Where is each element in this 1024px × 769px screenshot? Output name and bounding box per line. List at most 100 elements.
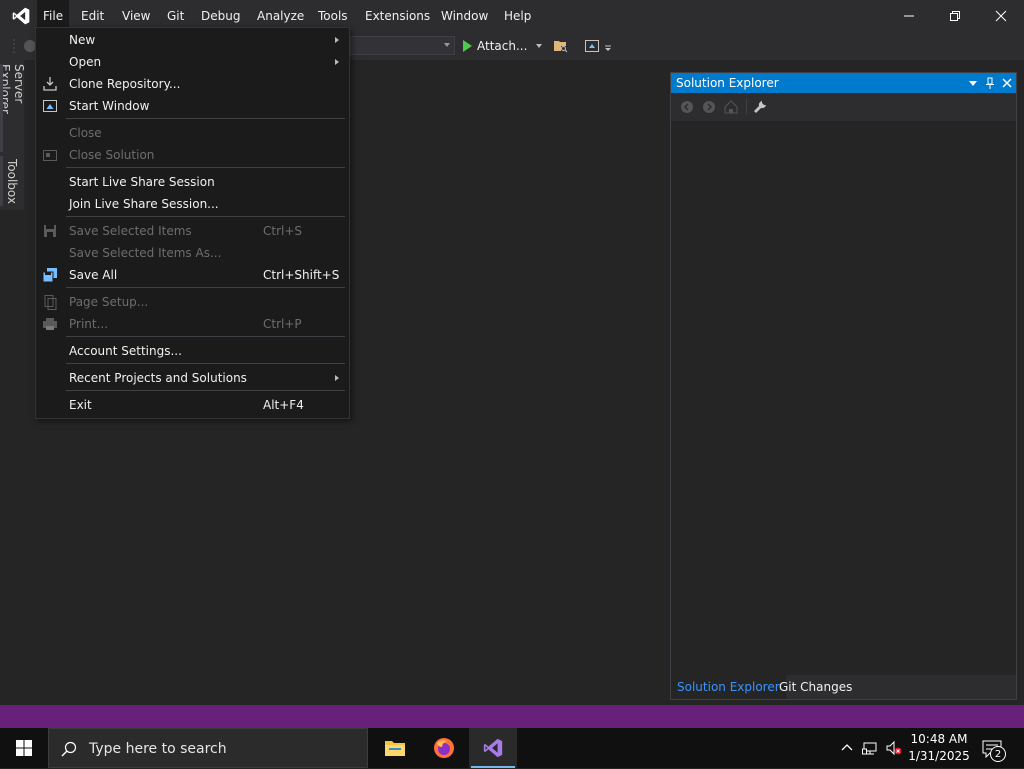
menu-item-label: Start Live Share Session: [69, 175, 215, 189]
menu-item-start-window[interactable]: Start Window: [36, 95, 349, 117]
minimize-icon: [904, 15, 914, 17]
menu-separator: [66, 336, 345, 337]
menu-item-account-settings[interactable]: Account Settings...: [36, 340, 349, 362]
restore-button[interactable]: [932, 0, 978, 32]
minimize-button[interactable]: [886, 0, 932, 32]
back-icon[interactable]: [679, 99, 695, 115]
chevron-down-icon: [536, 44, 543, 48]
search-placeholder: Type here to search: [89, 741, 227, 757]
menu-item-exit[interactable]: Exit Alt+F4: [36, 394, 349, 416]
menu-item-save-selected[interactable]: Save Selected Items Ctrl+S: [36, 220, 349, 242]
chevron-down-icon: [969, 81, 977, 86]
menu-item-label: Recent Projects and Solutions: [69, 371, 247, 385]
restore-icon: [950, 11, 960, 21]
notification-count-badge: 2: [990, 746, 1006, 762]
menu-item-save-selected-as[interactable]: Save Selected Items As...: [36, 242, 349, 264]
menu-item-label: Close: [69, 126, 102, 140]
start-window-icon[interactable]: [584, 38, 600, 54]
close-solution-icon: [43, 150, 57, 161]
properties-wrench-icon[interactable]: [752, 99, 768, 115]
tab-solution-explorer[interactable]: Solution Explorer: [671, 675, 786, 699]
menu-item-label: Save All: [69, 268, 118, 282]
clock-date: 1/31/2025: [908, 749, 970, 763]
menu-help[interactable]: Help: [498, 0, 537, 32]
start-button[interactable]: [0, 728, 48, 768]
tab-server-explorer[interactable]: Server Explorer: [0, 64, 26, 152]
menu-item-open[interactable]: Open: [36, 51, 349, 73]
menu-item-label: Page Setup...: [69, 295, 149, 309]
file-explorer-icon: [385, 741, 405, 756]
solution-explorer-tree[interactable]: [671, 121, 1016, 677]
visual-studio-logo-icon[interactable]: [10, 6, 32, 26]
menu-item-close-solution[interactable]: Close Solution: [36, 144, 349, 166]
configuration-dropdown[interactable]: [350, 36, 455, 55]
menu-item-start-live-share[interactable]: Start Live Share Session: [36, 171, 349, 193]
visual-studio-icon: [483, 738, 503, 758]
search-icon: [61, 741, 77, 757]
submenu-arrow-icon: [335, 375, 339, 381]
menu-separator: [66, 390, 345, 391]
solution-explorer-header[interactable]: Solution Explorer: [671, 73, 1016, 93]
close-window-button[interactable]: [978, 0, 1024, 32]
file-menu-dropdown: New Open Clone Repository... Start Windo…: [35, 27, 350, 419]
firefox-icon: [434, 738, 454, 758]
tab-toolbox[interactable]: Toolbox: [0, 156, 24, 206]
system-clock[interactable]: 10:48 AM 1/31/2025: [904, 731, 974, 765]
home-icon[interactable]: [723, 99, 739, 115]
taskbar-search-box[interactable]: Type here to search: [48, 728, 368, 768]
menu-item-label: New: [69, 33, 96, 47]
menu-window[interactable]: Window: [435, 0, 494, 32]
menu-item-shortcut: Ctrl+S: [263, 224, 303, 238]
tab-git-changes[interactable]: Git Changes: [773, 675, 858, 699]
pin-button[interactable]: [982, 75, 998, 91]
menu-item-close[interactable]: Close: [36, 122, 349, 144]
menu-item-label: Print...: [69, 317, 109, 331]
menu-item-new[interactable]: New: [36, 29, 349, 51]
menu-item-label: Start Window: [69, 99, 150, 113]
menu-item-join-live-share[interactable]: Join Live Share Session...: [36, 193, 349, 215]
taskbar-file-explorer[interactable]: [371, 728, 419, 768]
menu-item-shortcut: Ctrl+P: [263, 317, 302, 331]
attach-button[interactable]: Attach...: [463, 36, 543, 56]
status-bar: [0, 705, 1024, 728]
menu-separator: [66, 167, 345, 168]
show-hidden-icons-icon[interactable]: [839, 740, 855, 756]
menu-item-print[interactable]: Print... Ctrl+P: [36, 313, 349, 335]
toolbar-grip-icon[interactable]: [12, 38, 16, 54]
chevron-down-icon: [444, 43, 450, 47]
solution-explorer-panel: Solution Explorer Solution Explorer Git …: [670, 72, 1017, 700]
notifications-button[interactable]: 2: [980, 738, 1008, 762]
forward-icon[interactable]: [701, 99, 717, 115]
clock-time: 10:48 AM: [910, 732, 968, 746]
menu-separator: [66, 216, 345, 217]
save-icon: [44, 225, 56, 237]
solution-explorer-toolbar: [671, 93, 1016, 121]
menu-item-label: Exit: [69, 398, 92, 412]
solution-explorer-tabs: Solution Explorer Git Changes: [671, 675, 1016, 699]
tab-indicator: [0, 64, 3, 152]
clone-repository-icon: [43, 77, 57, 91]
menu-extensions[interactable]: Extensions: [359, 0, 436, 32]
pin-icon: [986, 77, 994, 89]
volume-muted-icon[interactable]: [886, 740, 902, 756]
close-panel-button[interactable]: [999, 75, 1015, 91]
menu-item-save-all[interactable]: Save All Ctrl+Shift+S: [36, 264, 349, 286]
menu-item-page-setup[interactable]: Page Setup...: [36, 291, 349, 313]
tab-label: Server Explorer: [0, 64, 26, 114]
print-icon: [43, 318, 57, 330]
taskbar-visual-studio[interactable]: [469, 728, 517, 768]
window-position-button[interactable]: [965, 75, 981, 91]
network-icon[interactable]: [862, 740, 878, 756]
menu-item-clone-repository[interactable]: Clone Repository...: [36, 73, 349, 95]
taskbar-firefox[interactable]: [420, 728, 468, 768]
toolbar-overflow-icon[interactable]: [604, 44, 612, 52]
save-all-icon: [42, 268, 57, 283]
menu-item-recent-projects[interactable]: Recent Projects and Solutions: [36, 367, 349, 389]
open-folder-icon[interactable]: [553, 38, 569, 54]
submenu-arrow-icon: [335, 59, 339, 65]
menu-item-shortcut: Ctrl+Shift+S: [263, 268, 340, 282]
play-icon: [463, 40, 472, 52]
page-setup-icon: [44, 295, 57, 310]
close-icon: [1002, 78, 1012, 88]
side-tool-tabs: Server Explorer Toolbox: [0, 60, 26, 210]
